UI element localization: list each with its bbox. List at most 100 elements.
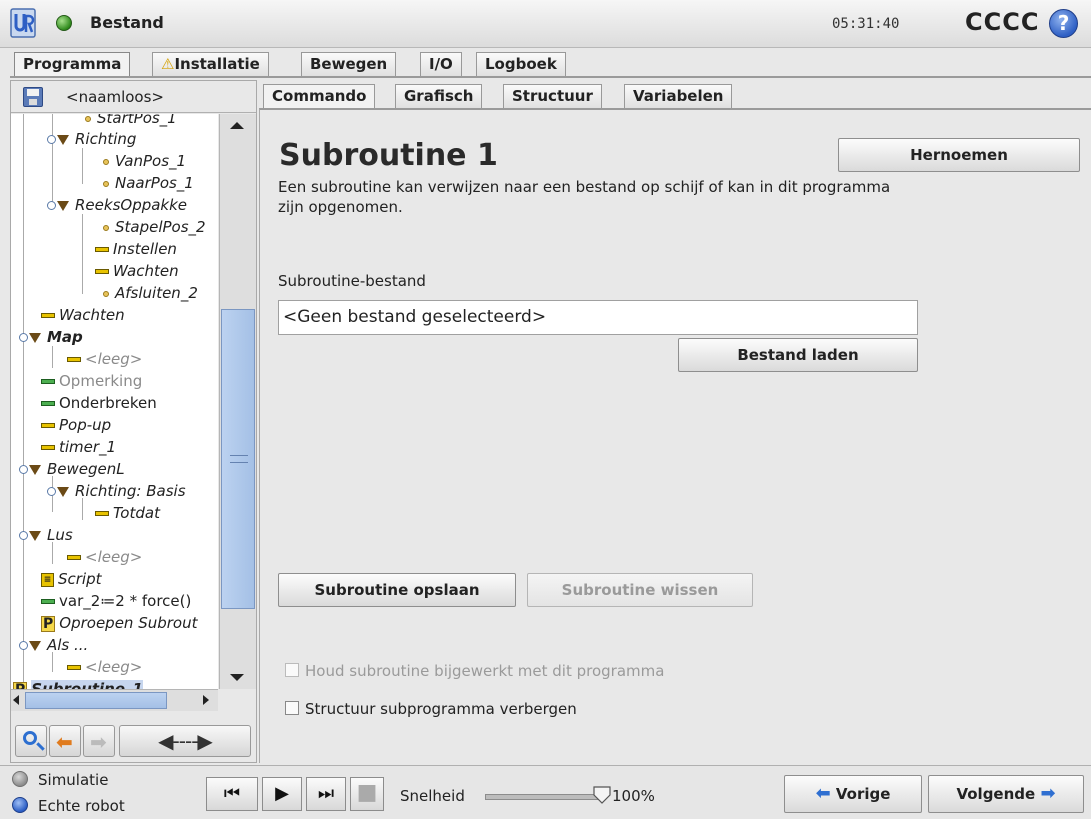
tree-item[interactable]: ReeksOppakke [45,195,187,217]
tree-item-label: Afsluiten_2 [115,284,198,302]
tree-item[interactable]: Instellen [95,239,177,261]
speed-slider-handle[interactable] [592,785,612,805]
scroll-right-icon[interactable] [203,695,209,705]
save-subroutine-button[interactable]: Subroutine opslaan [278,573,516,607]
tree-item[interactable]: Richting: Basis [45,481,186,503]
simulation-option[interactable]: Simulatie [12,771,108,789]
tree-item[interactable]: Opmerking [41,371,142,393]
script-icon: ≡ [41,572,54,587]
tree-item[interactable]: Wachten [95,261,179,283]
tree-item-label: StapelPos_2 [115,218,206,236]
expander-icon[interactable] [45,200,56,211]
tree-item[interactable]: P Oproepen Subrout [41,613,197,635]
clear-subroutine-button[interactable]: Subroutine wissen [527,573,753,607]
tree-item-label: ReeksOppakke [75,196,188,214]
keep-updated-checkbox[interactable] [285,663,299,677]
help-icon[interactable]: ? [1049,9,1078,38]
tree-item[interactable]: Richting [45,129,136,151]
tab-logboek[interactable]: Logboek [476,52,566,76]
tree-item[interactable]: Afsluiten_2 [103,283,198,305]
tree-item[interactable]: Lus [17,525,73,547]
expander-icon[interactable] [45,486,56,497]
tab-structuur[interactable]: Structuur [503,84,602,108]
horizontal-scroll-thumb[interactable] [25,692,167,709]
stop-icon: ■ [356,780,378,805]
vertical-scroll-thumb[interactable] [221,309,255,609]
tree-item[interactable]: Wachten [41,305,125,327]
tree-item[interactable]: var_2≔2 * force() [41,591,191,613]
tree-item[interactable]: ≡ Script [41,569,102,591]
tree-item-label: StartPos_1 [97,114,177,127]
folder-triangle-icon [57,486,69,497]
play-button[interactable]: ▶ [262,777,302,811]
tab-installatie[interactable]: ⚠Installatie [152,52,269,76]
speed-slider[interactable] [485,794,603,800]
save-program-icon[interactable] [23,87,43,107]
keep-updated-checkbox-row[interactable]: Houd subroutine bijgewerkt met dit progr… [285,662,664,682]
program-file-name: <naamloos> [66,88,164,106]
tree-horizontal-scrollbar[interactable] [11,689,218,711]
scroll-up-icon[interactable] [230,122,244,129]
load-file-button[interactable]: Bestand laden [678,338,918,372]
tree-item[interactable]: <leeg> [67,547,142,569]
rename-button[interactable]: Hernoemen [838,138,1080,172]
expander-icon[interactable] [17,640,28,651]
speed-slider-fill [486,795,602,799]
tab-io[interactable]: I/O [420,52,462,76]
step-button[interactable]: ⏭ [306,777,346,811]
tab-variabelen[interactable]: Variabelen [624,84,733,108]
tree-item-label: var_2≔2 * force() [59,592,192,610]
tree-item[interactable]: Pop-up [41,415,111,437]
skip-to-start-button[interactable]: ⏮ [206,777,258,811]
tree-item[interactable]: Onderbreken [41,393,157,415]
real-robot-radio[interactable] [12,797,28,813]
tree-item[interactable]: StapelPos_2 [103,217,206,239]
tree-item[interactable]: NaarPos_1 [103,173,194,195]
tab-commando[interactable]: Commando [263,84,376,108]
hide-tree-checkbox[interactable] [285,701,299,715]
undo-button[interactable]: ⬅ [49,725,81,757]
expander-icon[interactable] [45,134,56,145]
next-button[interactable]: Volgende ➡ [928,775,1084,813]
tree-item[interactable]: StartPos_1 [85,114,177,130]
step-forward-icon: ⏭ [317,783,335,804]
speed-value: 100% [612,787,655,805]
tree-vertical-scrollbar[interactable] [219,114,256,689]
expander-icon[interactable] [17,464,28,475]
tree-item[interactable]: <leeg> [67,349,142,371]
subroutine-file-field[interactable]: <Geen bestand geselecteerd> [278,300,918,335]
scroll-down-icon[interactable] [230,674,244,681]
expand-arrows-icon: ◀----▶ [158,729,213,753]
tab-bewegen[interactable]: Bewegen [301,52,397,76]
tree-item-label: <leeg> [85,350,143,368]
speed-label: Snelheid [400,787,465,805]
simulation-radio[interactable] [12,771,28,787]
tree-item-label: BewegenL [47,460,125,478]
tree-item[interactable]: VanPos_1 [103,151,186,173]
tree-item[interactable]: <leeg> [67,657,142,679]
arrow-right-icon: ➡ [1040,783,1056,804]
tree-item[interactable]: Als ... [17,635,88,657]
program-tree[interactable]: StartPos_1 Richting VanPos_1 NaarPos_1 R… [11,114,218,689]
redo-button[interactable]: ➡ [83,725,115,757]
tree-item-selected[interactable]: PSubroutine_1 [13,679,143,689]
tab-label: Programma [23,55,122,73]
hide-tree-checkbox-row[interactable]: Structuur subprogramma verbergen [285,700,577,720]
tree-item[interactable]: Map [17,327,83,349]
previous-button[interactable]: ⬅ Vorige [784,775,922,813]
scroll-left-icon[interactable] [13,695,19,705]
tab-label: Structuur [512,87,593,105]
tree-item[interactable]: Totdat [95,503,160,525]
stop-button[interactable]: ■ [350,777,384,811]
tree-item[interactable]: BewegenL [17,459,125,481]
tabs-divider [10,76,1091,78]
expander-icon[interactable] [17,530,28,541]
real-robot-option[interactable]: Echte robot [12,797,125,815]
tab-grafisch[interactable]: Grafisch [395,84,483,108]
search-button[interactable] [15,725,47,757]
tab-programma[interactable]: Programma [14,52,131,78]
screen-title: Bestand [90,13,164,32]
tree-item[interactable]: timer_1 [41,437,116,459]
expand-tree-button[interactable]: ◀----▶ [119,725,251,757]
expander-icon[interactable] [17,332,28,343]
